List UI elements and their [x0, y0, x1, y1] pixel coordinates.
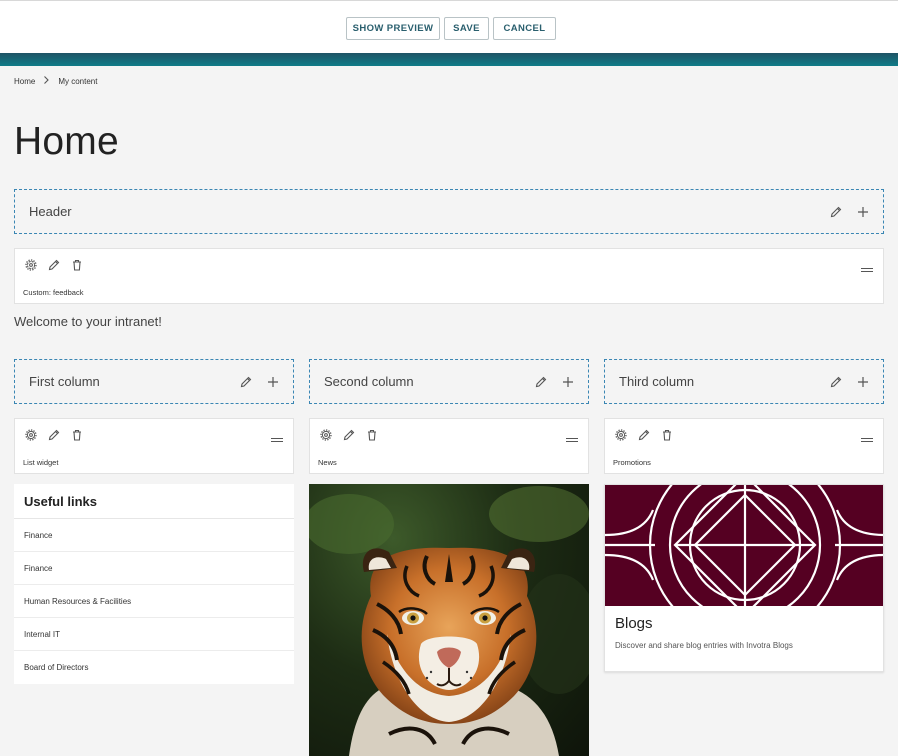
first-column-zone: First column — [14, 359, 294, 404]
column-label: Second column — [324, 374, 414, 389]
drag-handle-icon[interactable] — [861, 430, 873, 448]
list-item[interactable]: Human Resources & Facilities — [14, 585, 294, 618]
header-zone: Header — [14, 189, 884, 234]
feedback-widget-card: Custom: feedback — [14, 248, 884, 304]
blogs-banner-image — [605, 485, 883, 606]
pencil-icon[interactable] — [637, 428, 650, 441]
gear-icon[interactable] — [24, 258, 37, 271]
drag-handle-icon[interactable] — [861, 260, 873, 278]
welcome-text: Welcome to your intranet! — [14, 314, 162, 329]
pencil-icon[interactable] — [47, 428, 60, 441]
list-item[interactable]: Board of Directors — [14, 651, 294, 684]
plus-icon[interactable] — [561, 375, 574, 388]
pencil-icon[interactable] — [534, 375, 547, 388]
list-widget-card: List widget — [14, 418, 294, 474]
useful-links-list: Useful links Finance Finance Human Resou… — [14, 484, 294, 684]
blogs-title: Blogs — [615, 615, 653, 632]
drag-handle-icon[interactable] — [271, 430, 283, 448]
list-item[interactable]: Internal IT — [14, 618, 294, 651]
list-item[interactable]: Finance — [14, 519, 294, 552]
cancel-button[interactable]: CANCEL — [493, 17, 556, 40]
column-label: First column — [29, 374, 100, 389]
pencil-icon[interactable] — [829, 205, 842, 218]
promotions-widget-card: Promotions — [604, 418, 884, 474]
third-column-zone: Third column — [604, 359, 884, 404]
breadcrumb: Home My content — [14, 75, 97, 87]
widget-name: News — [318, 458, 337, 467]
trash-icon[interactable] — [70, 428, 83, 441]
drag-handle-icon[interactable] — [566, 430, 578, 448]
pencil-icon[interactable] — [239, 375, 252, 388]
pencil-icon[interactable] — [342, 428, 355, 441]
widget-name: Custom: feedback — [23, 288, 84, 297]
news-widget-card: News — [309, 418, 589, 474]
news-image-tiger[interactable] — [309, 484, 589, 756]
list-item[interactable]: Finance — [14, 552, 294, 585]
gear-icon[interactable] — [24, 428, 37, 441]
header-zone-label: Header — [29, 204, 72, 219]
widget-name: List widget — [23, 458, 59, 467]
gear-icon[interactable] — [319, 428, 332, 441]
plus-icon[interactable] — [856, 375, 869, 388]
show-preview-button[interactable]: SHOW PREVIEW — [346, 17, 440, 40]
save-button[interactable]: SAVE — [444, 17, 489, 40]
breadcrumb-current: My content — [58, 76, 98, 86]
trash-icon[interactable] — [365, 428, 378, 441]
trash-icon[interactable] — [70, 258, 83, 271]
toolbar-buttons: SHOW PREVIEW SAVE CANCEL — [346, 17, 556, 40]
widget-name: Promotions — [613, 458, 651, 467]
gear-icon[interactable] — [614, 428, 627, 441]
trash-icon[interactable] — [660, 428, 673, 441]
second-column-zone: Second column — [309, 359, 589, 404]
useful-links-title: Useful links — [14, 484, 294, 519]
brand-bar — [0, 53, 898, 66]
editor-toolbar: SHOW PREVIEW SAVE CANCEL — [0, 0, 898, 53]
column-label: Third column — [619, 374, 695, 389]
pencil-icon[interactable] — [829, 375, 842, 388]
plus-icon[interactable] — [266, 375, 279, 388]
page-title: Home — [14, 120, 119, 163]
blogs-description: Discover and share blog entries with Inv… — [615, 641, 793, 650]
chevron-right-icon — [43, 75, 50, 87]
breadcrumb-home-link[interactable]: Home — [14, 77, 35, 86]
blogs-promotion-card[interactable]: Blogs Discover and share blog entries wi… — [604, 484, 884, 672]
pencil-icon[interactable] — [47, 258, 60, 271]
plus-icon[interactable] — [856, 205, 869, 218]
